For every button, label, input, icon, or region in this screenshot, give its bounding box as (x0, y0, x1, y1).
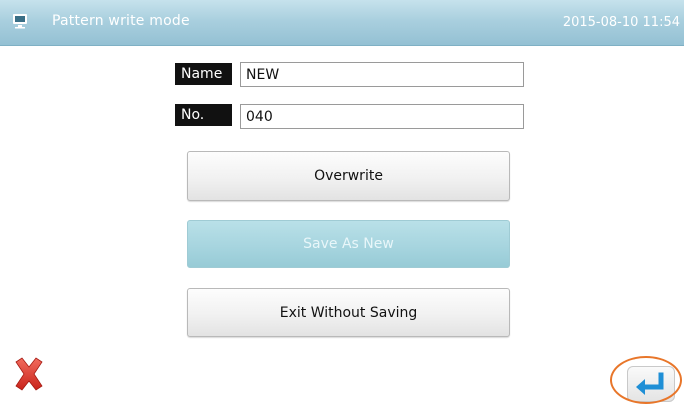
window-title: Pattern write mode (52, 13, 190, 29)
save-as-new-button[interactable]: Save As New (187, 220, 510, 268)
enter-button[interactable] (627, 366, 675, 402)
title-bar: Pattern write mode 2015-08-10 11:54 (0, 0, 684, 46)
pattern-write-screen: Pattern write mode 2015-08-10 11:54 Name… (0, 0, 684, 409)
overwrite-button[interactable]: Overwrite (187, 151, 510, 201)
name-field[interactable] (240, 62, 524, 87)
number-field[interactable] (240, 104, 524, 129)
enter-icon (636, 372, 664, 395)
number-label: No. (175, 104, 232, 126)
exit-without-saving-button[interactable]: Exit Without Saving (187, 288, 510, 337)
name-label: Name (175, 63, 232, 85)
datetime-display: 2015-08-10 11:54 (562, 15, 680, 30)
screen-icon (13, 14, 27, 29)
close-icon (15, 357, 43, 391)
cancel-button[interactable] (12, 356, 46, 392)
